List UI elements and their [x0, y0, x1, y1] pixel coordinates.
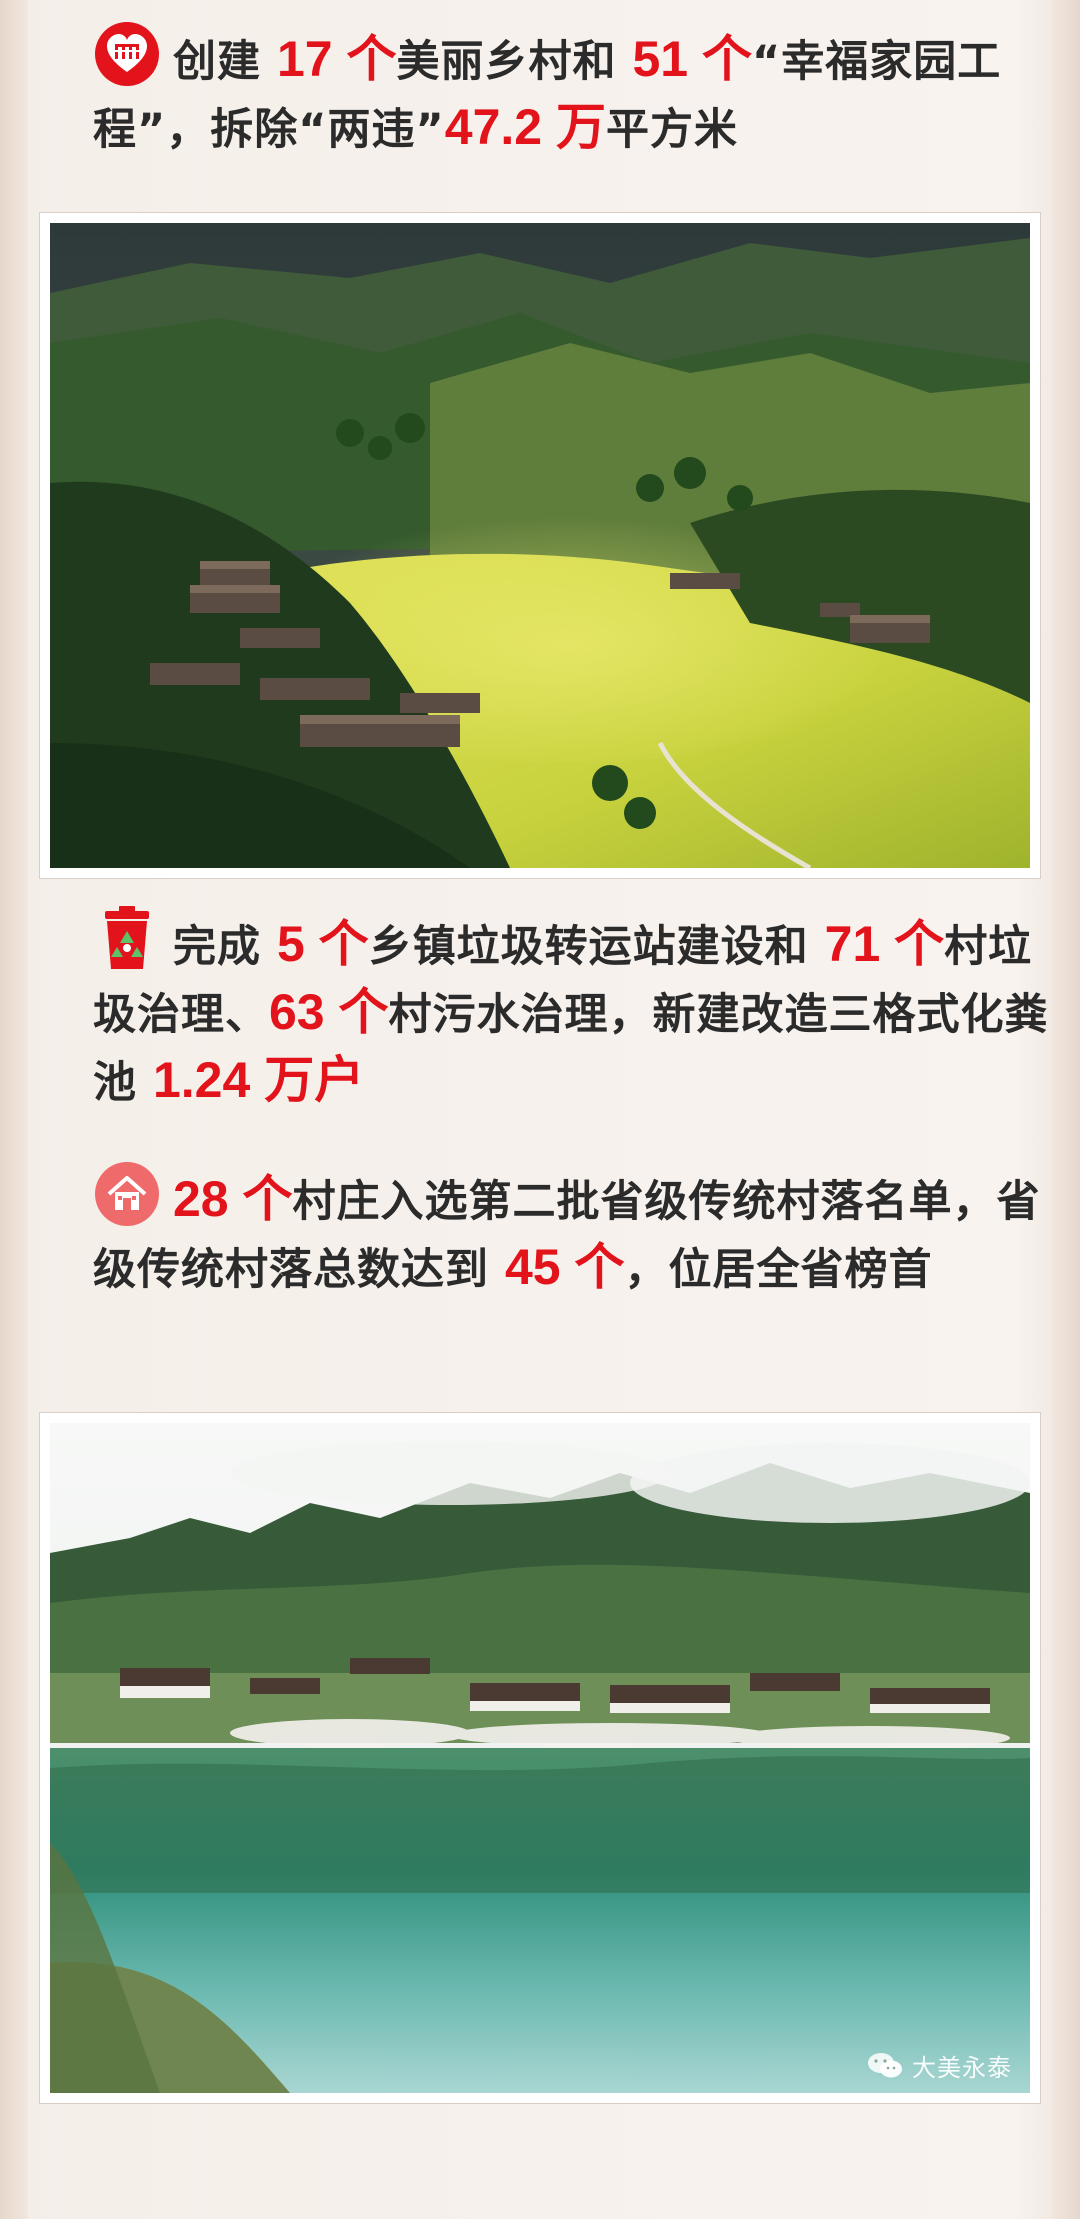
section-text-runs: 创建 17 个美丽乡村和 51 个“幸福家园工程”，拆除“两违”47.2 万平方… — [93, 31, 1001, 155]
highlight-number: 47.2 万 — [444, 99, 607, 155]
watermark: 大美永泰 — [866, 2048, 1012, 2083]
terraced-valley-village-photo — [50, 223, 1030, 868]
section-text-runs: 28 个村庄入选第二批省级传统村落名单，省级传统村落总数达到 45 个，位居全省… — [93, 1171, 1041, 1295]
section-waste-treatment-text: 完成 5 个乡镇垃圾转运站建设和 71 个村垃圾治理、63 个村污水治理，新建改… — [93, 905, 1063, 1116]
highlight-number: 28 个 — [173, 1171, 293, 1227]
photo-frame-lakeside: 大美永泰 — [40, 1413, 1040, 2103]
left-decorative-stripe — [0, 0, 28, 2219]
wechat-icon — [866, 2051, 904, 2081]
highlight-number: 71 个 — [824, 916, 945, 972]
watermark-text: 大美永泰 — [912, 2054, 1012, 2082]
body-text: 美丽乡村和 — [396, 37, 633, 87]
body-text: ，位居全省榜首 — [624, 1245, 933, 1295]
body-text: 完成 — [173, 922, 277, 972]
house-circle-icon — [93, 1160, 161, 1228]
highlight-number: 5 个 — [276, 916, 369, 972]
highlight-number: 17 个 — [276, 31, 397, 87]
trash-bin-icon — [93, 905, 161, 973]
highlight-number: 51 个 — [632, 31, 752, 87]
highlight-number: 1.24 万户 — [152, 1052, 365, 1108]
section-text-runs: 完成 5 个乡镇垃圾转运站建设和 71 个村垃圾治理、63 个村污水治理，新建改… — [93, 916, 1049, 1108]
lakeside-village-photo — [50, 1423, 1030, 2093]
village-badge-icon — [93, 20, 161, 88]
page-background: 创建 17 个美丽乡村和 51 个“幸福家园工程”，拆除“两违”47.2 万平方… — [0, 0, 1080, 2219]
body-text: 创建 — [173, 37, 277, 87]
section-beautiful-villages-text: 创建 17 个美丽乡村和 51 个“幸福家园工程”，拆除“两违”47.2 万平方… — [93, 20, 1063, 163]
photo-frame-terraced-valley — [40, 213, 1040, 878]
highlight-number: 45 个 — [504, 1239, 625, 1295]
body-text: 平方米 — [606, 105, 739, 155]
body-text: 乡镇垃圾转运站建设和 — [368, 922, 825, 972]
highlight-number: 63 个 — [269, 984, 389, 1040]
section-traditional-villages-text: 28 个村庄入选第二批省级传统村落名单，省级传统村落总数达到 45 个，位居全省… — [93, 1160, 1063, 1303]
